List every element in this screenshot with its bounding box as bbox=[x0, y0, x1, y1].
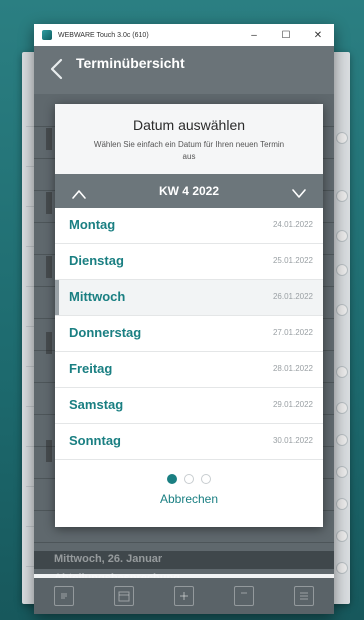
chevron-down-icon bbox=[292, 189, 306, 198]
day-section-header: Mittwoch, 26. Januar bbox=[34, 551, 334, 569]
day-date: 29.01.2022 bbox=[272, 400, 313, 409]
page-dot-2[interactable] bbox=[184, 473, 194, 484]
circle-icon bbox=[336, 264, 348, 276]
day-row-sonntag[interactable]: Sonntag 30.01.2022 bbox=[55, 424, 323, 460]
day-name: Sonntag bbox=[69, 433, 121, 448]
document-glyph-icon bbox=[61, 593, 67, 599]
day-name: Samstag bbox=[69, 397, 124, 412]
circle-icon bbox=[336, 562, 348, 574]
add-icon[interactable] bbox=[174, 586, 194, 606]
dialog-subtitle: Wählen Sie einfach ein Datum für Ihren n… bbox=[93, 140, 285, 161]
page-dot-1[interactable] bbox=[166, 473, 177, 484]
day-row-montag[interactable]: Montag 24.01.2022 bbox=[55, 208, 323, 244]
day-name: Mittwoch bbox=[69, 289, 126, 304]
day-row-mittwoch[interactable]: Mittwoch 26.01.2022 bbox=[55, 280, 323, 316]
minimize-button[interactable]: – bbox=[238, 24, 270, 46]
circle-icon bbox=[336, 190, 348, 202]
day-name: Freitag bbox=[69, 361, 113, 376]
day-row-donnerstag[interactable]: Donnerstag 27.01.2022 bbox=[55, 316, 323, 352]
bottom-toolbar bbox=[34, 578, 334, 614]
circle-icon bbox=[336, 304, 348, 316]
circle-icon bbox=[336, 132, 348, 144]
page-indicator bbox=[55, 468, 323, 484]
list-marker bbox=[46, 128, 52, 150]
day-name: Dienstag bbox=[69, 253, 124, 268]
list-marker bbox=[46, 192, 52, 214]
circle-icon bbox=[336, 530, 348, 542]
day-row-dienstag[interactable]: Dienstag 25.01.2022 bbox=[55, 244, 323, 280]
week-selector: KW 4 2022 bbox=[55, 174, 323, 208]
circle-icon bbox=[336, 230, 348, 242]
dialog-title: Datum auswählen bbox=[132, 117, 246, 133]
week-label: KW 4 2022 bbox=[158, 184, 220, 198]
circle-icon bbox=[336, 498, 348, 510]
background-right-edge bbox=[334, 60, 350, 600]
next-week-button[interactable] bbox=[291, 185, 307, 198]
note-icon[interactable] bbox=[234, 586, 254, 606]
window-title: WEBWARE Touch 3.0c (610) bbox=[58, 31, 149, 39]
list-glyph-icon bbox=[300, 592, 308, 600]
page-dot-3[interactable] bbox=[201, 473, 212, 484]
day-date: 30.01.2022 bbox=[272, 436, 313, 445]
day-date: 27.01.2022 bbox=[272, 328, 313, 337]
date-picker-dialog: Datum auswählen Wählen Sie einfach ein D… bbox=[55, 104, 323, 527]
day-name: Donnerstag bbox=[69, 325, 142, 340]
circle-icon bbox=[336, 466, 348, 478]
app-logo-icon bbox=[42, 30, 52, 40]
list-marker bbox=[46, 332, 52, 354]
calendar-glyph-icon bbox=[118, 591, 130, 602]
day-row-freitag[interactable]: Freitag 28.01.2022 bbox=[55, 352, 323, 388]
plus-icon bbox=[180, 592, 188, 600]
document-icon[interactable] bbox=[54, 586, 74, 606]
day-section-label: Mittwoch, 26. Januar bbox=[54, 553, 163, 565]
circle-icon bbox=[336, 366, 348, 378]
back-button[interactable] bbox=[46, 56, 68, 82]
chevron-up-icon bbox=[72, 190, 86, 199]
page-title: Terminübersicht bbox=[76, 55, 185, 71]
day-name: Montag bbox=[69, 217, 116, 232]
chevron-left-icon bbox=[50, 58, 63, 80]
app-header: Terminübersicht bbox=[34, 46, 334, 94]
note-glyph-icon bbox=[241, 592, 247, 594]
window-titlebar: WEBWARE Touch 3.0c (610) – ☐ ✕ bbox=[34, 24, 334, 47]
circle-icon bbox=[336, 402, 348, 414]
day-list: Montag 24.01.2022 Dienstag 25.01.2022 Mi… bbox=[55, 208, 323, 460]
close-button[interactable]: ✕ bbox=[302, 24, 334, 46]
day-date: 25.01.2022 bbox=[272, 256, 313, 265]
circle-icon bbox=[336, 434, 348, 446]
day-date: 26.01.2022 bbox=[272, 292, 313, 301]
maximize-button[interactable]: ☐ bbox=[270, 24, 302, 46]
previous-week-button[interactable] bbox=[71, 185, 87, 199]
dialog-header: Datum auswählen Wählen Sie einfach ein D… bbox=[55, 104, 323, 174]
calendar-icon[interactable] bbox=[114, 586, 134, 606]
day-date: 24.01.2022 bbox=[272, 220, 313, 229]
day-row-samstag[interactable]: Samstag 29.01.2022 bbox=[55, 388, 323, 424]
day-date: 28.01.2022 bbox=[272, 364, 313, 373]
list-marker bbox=[46, 256, 52, 278]
cancel-button[interactable]: Abbrechen bbox=[55, 492, 323, 506]
list-marker bbox=[46, 440, 52, 462]
list-icon[interactable] bbox=[294, 586, 314, 606]
